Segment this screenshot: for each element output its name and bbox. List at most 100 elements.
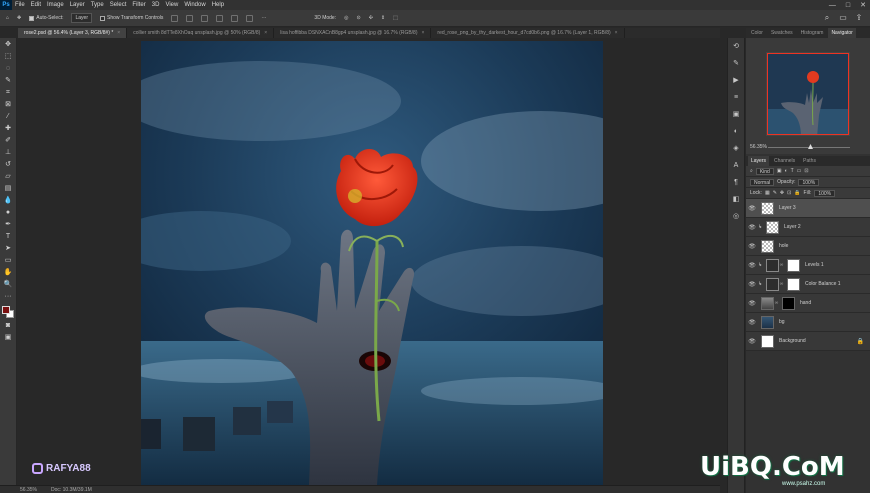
document-canvas[interactable] [141,41,603,485]
canvas-area[interactable]: RAFYA88 [18,38,720,485]
adjustments-panel-icon[interactable]: ◐ [732,127,741,136]
visibility-eye-icon[interactable]: 👁 [746,262,758,269]
layer-row[interactable]: 👁 ↳ ∞ Levels 1 [746,256,870,275]
menu-window[interactable]: Window [181,2,208,8]
scale-3d-icon[interactable]: ⬚ [393,15,398,21]
properties-panel-icon[interactable]: ≡ [732,93,741,102]
history-panel-icon[interactable]: ⟲ [732,42,741,51]
layer-thumbnail[interactable] [761,315,774,329]
filter-smart-icon[interactable]: ⊡ [804,168,808,174]
search-icon[interactable]: ⌕ [822,13,832,23]
visibility-eye-icon[interactable]: 👁 [746,319,758,326]
tab-histogram[interactable]: Histogram [798,28,827,38]
slide-3d-icon[interactable]: ⇕ [381,15,385,21]
lock-pixels-icon[interactable]: ▦ [765,190,770,196]
layer-row[interactable]: 👁 bg [746,313,870,332]
layer-thumbnail[interactable] [761,296,774,310]
align-middle-icon[interactable] [231,14,239,22]
align-center-icon[interactable] [186,14,194,22]
marquee-tool-icon[interactable]: ⬚ [4,52,13,61]
hand-tool-icon[interactable]: ✋ [4,268,13,277]
layer-mask-thumbnail[interactable] [787,258,800,272]
healing-brush-tool-icon[interactable]: ✚ [4,124,13,133]
blend-mode-dropdown[interactable]: Normal [750,178,775,186]
tab-layers[interactable]: Layers [748,156,770,166]
close-tab-icon[interactable]: × [615,30,618,36]
tab-paths[interactable]: Paths [800,156,819,166]
move-tool-icon[interactable]: ✥ [17,15,21,21]
fill-input[interactable]: 100% [814,189,836,197]
paragraph-panel-icon[interactable]: ¶ [732,178,741,187]
channels-panel-icon[interactable]: ◎ [732,212,741,221]
filter-adjust-icon[interactable]: ◐ [785,168,788,174]
tab-red-rose[interactable]: red_rose_png_by_thy_darkest_hour_d7cd0b6… [431,28,625,38]
visibility-eye-icon[interactable]: 👁 [746,224,758,231]
gradient-tool-icon[interactable]: ▤ [4,184,13,193]
levels-adjustment-icon[interactable] [766,258,779,272]
home-icon[interactable]: ⌂ [6,15,9,21]
roll-3d-icon[interactable]: ⊙ [356,15,360,21]
menu-3d[interactable]: 3D [149,2,163,8]
crop-tool-icon[interactable]: ⌗ [4,88,13,97]
more-tools-icon[interactable]: ··· [4,292,13,301]
lasso-tool-icon[interactable]: ◌ [4,64,13,73]
layer-name[interactable]: bg [779,319,785,325]
quick-select-tool-icon[interactable]: ✎ [4,76,13,85]
close-button[interactable]: ✕ [860,1,866,9]
pen-tool-icon[interactable]: ✒ [4,220,13,229]
filter-shape-icon[interactable]: ▭ [797,168,802,174]
layer-name[interactable]: Background [779,338,806,344]
layer-row[interactable]: 👁 ↳ ∞ Color Balance 1 [746,275,870,294]
eyedropper-tool-icon[interactable]: ⁄ [4,112,13,121]
tab-channels[interactable]: Channels [771,156,798,166]
history-brush-tool-icon[interactable]: ↺ [4,160,13,169]
styles-panel-icon[interactable]: ◈ [732,144,741,153]
brush-panel-icon[interactable]: ✎ [732,59,741,68]
quick-mask-icon[interactable]: ◙ [4,321,13,330]
frame-tool-icon[interactable]: ⊠ [4,100,13,109]
align-top-icon[interactable] [216,14,224,22]
tab-swatches[interactable]: Swatches [768,28,796,38]
tab-collier-smith[interactable]: collier smith 8dTTe8XhOaq unsplash.jpg @… [127,28,275,38]
layer-name[interactable]: Levels 1 [805,262,824,268]
orbit-3d-icon[interactable]: ◎ [344,15,348,21]
menu-layer[interactable]: Layer [67,2,88,8]
menu-help[interactable]: Help [209,2,227,8]
tab-color[interactable]: Color [748,28,766,38]
layer-name[interactable]: Layer 2 [784,224,801,230]
visibility-eye-icon[interactable]: 👁 [746,300,758,307]
close-tab-icon[interactable]: × [264,30,267,36]
auto-select-checkbox[interactable] [29,15,35,21]
minimize-button[interactable]: — [829,2,836,9]
align-right-icon[interactable] [201,14,209,22]
layer-name[interactable]: hand [800,300,811,306]
visibility-eye-icon[interactable]: 👁 [746,281,758,288]
color-balance-adjustment-icon[interactable] [766,277,779,291]
character-panel-icon[interactable]: A [732,161,741,170]
layer-name[interactable]: hole [779,243,788,249]
auto-select-dropdown[interactable]: Layer [71,13,92,23]
align-bottom-icon[interactable] [246,14,254,22]
layer-thumbnail[interactable] [761,201,774,215]
lock-move-icon[interactable]: ✥ [780,190,784,196]
auto-select-option[interactable]: Auto-Select: [29,15,63,21]
layer-row[interactable]: 👁 Background 🔒 [746,332,870,351]
layer-name[interactable]: Layer 3 [779,205,796,211]
layer-thumbnail[interactable] [761,239,774,253]
close-tab-icon[interactable]: × [117,30,120,36]
tab-rose2[interactable]: rose2.psd @ 56.4% (Layer 3, RGB/8#) * × [18,28,128,38]
blur-tool-icon[interactable]: 💧 [4,196,13,205]
menu-edit[interactable]: Edit [28,2,44,8]
layer-mask-thumbnail[interactable] [782,296,795,310]
move-tool-icon[interactable]: ✥ [4,40,13,49]
layers-panel-icon[interactable]: ◧ [732,195,741,204]
layer-thumbnail[interactable] [766,220,779,234]
auto-select-target[interactable]: Layer [71,13,92,23]
menu-type[interactable]: Type [88,2,107,8]
tab-navigator[interactable]: Navigator [828,28,856,38]
maximize-button[interactable]: □ [846,2,850,9]
path-select-tool-icon[interactable]: ➤ [4,244,13,253]
layer-row[interactable]: 👁 ↳ Layer 2 [746,218,870,237]
tab-lisa-hoffibba[interactable]: lisa hoffibba DSNXACnB8gp4 unsplash.jpg … [274,28,432,38]
eraser-tool-icon[interactable]: ▱ [4,172,13,181]
